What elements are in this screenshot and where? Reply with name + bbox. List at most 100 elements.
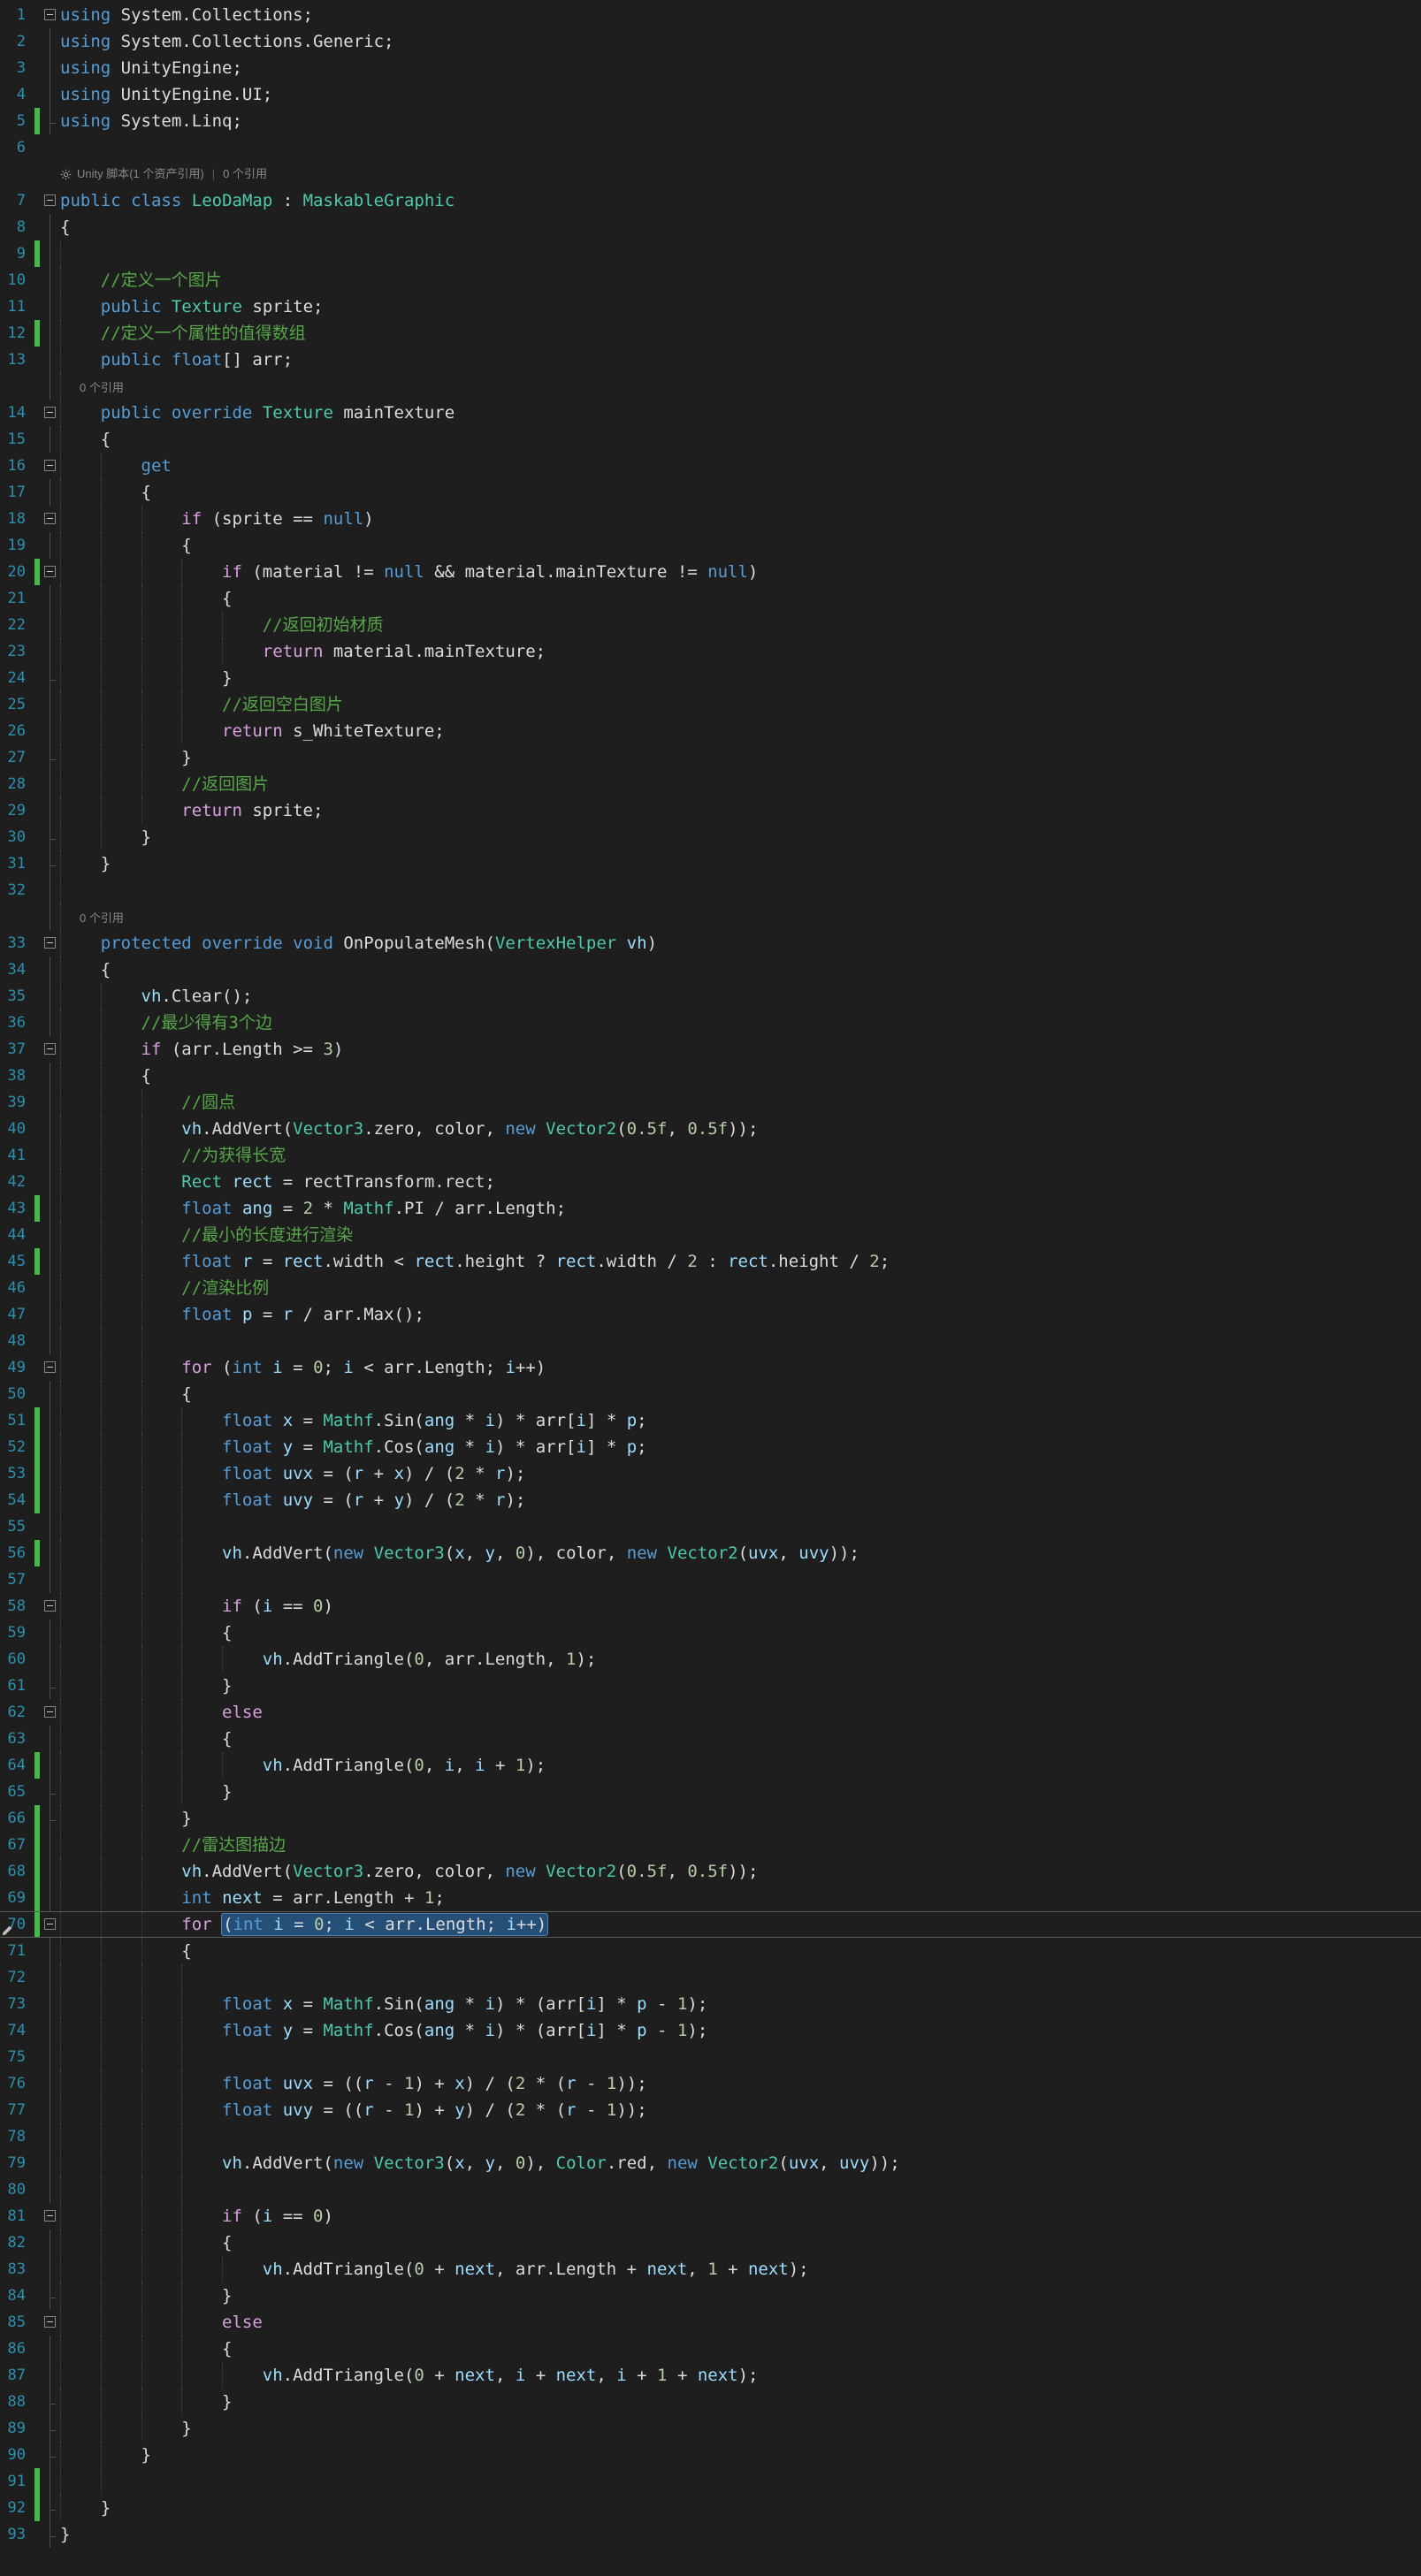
code-line[interactable]: 48 <box>0 1328 1421 1354</box>
codelens-references-link[interactable]: 0 个引用 <box>80 375 124 401</box>
code-line[interactable]: 22 //返回初始材质 <box>0 612 1421 638</box>
code-line[interactable]: 60 vh.AddTriangle(0, arr.Length, 1); <box>0 1646 1421 1673</box>
fold-collapse-icon[interactable] <box>44 1043 56 1055</box>
code-line[interactable]: 25 //返回空白图片 <box>0 691 1421 718</box>
code-line[interactable]: 13 public float[] arr; <box>0 347 1421 373</box>
code-line[interactable]: 51 float x = Mathf.Sin(ang * i) * arr[i]… <box>0 1407 1421 1434</box>
code-line[interactable]: 46 //渲染比例 <box>0 1275 1421 1301</box>
code-line[interactable]: 28 //返回图片 <box>0 771 1421 797</box>
code-line[interactable]: 59 { <box>0 1620 1421 1646</box>
code-line[interactable]: 81 if (i == 0) <box>0 2203 1421 2229</box>
fold-collapse-icon[interactable] <box>44 407 56 418</box>
code-line[interactable]: 12 //定义一个属性的值得数组 <box>0 320 1421 347</box>
code-line[interactable]: 32 <box>0 877 1421 903</box>
code-line[interactable]: 4 using UnityEngine.UI; <box>0 81 1421 108</box>
code-line[interactable]: 91 <box>0 2468 1421 2495</box>
code-line[interactable]: 42 Rect rect = rectTransform.rect; <box>0 1169 1421 1195</box>
code-line[interactable]: 5 using System.Linq; <box>0 108 1421 134</box>
fold-collapse-icon[interactable] <box>44 9 56 20</box>
code-line[interactable]: 71 { <box>0 1938 1421 1964</box>
code-line[interactable]: 33 protected override void OnPopulateMes… <box>0 930 1421 956</box>
codelens-references-link[interactable]: 0 个引用 <box>80 905 124 932</box>
code-line[interactable]: 3 using UnityEngine; <box>0 55 1421 81</box>
code-line[interactable]: 44 //最小的长度进行渲染 <box>0 1222 1421 1248</box>
fold-collapse-icon[interactable] <box>44 566 56 577</box>
code-line[interactable]: 86 { <box>0 2336 1421 2362</box>
code-line[interactable]: 88 } <box>0 2389 1421 2415</box>
code-line[interactable]: 82 { <box>0 2229 1421 2256</box>
code-line[interactable]: 73 float x = Mathf.Sin(ang * i) * (arr[i… <box>0 1991 1421 2017</box>
code-line[interactable]: 8{ <box>0 214 1421 240</box>
code-line[interactable]: 47 float p = r / arr.Max(); <box>0 1301 1421 1328</box>
code-line[interactable]: 23 return material.mainTexture; <box>0 638 1421 665</box>
code-line[interactable]: 17 { <box>0 479 1421 506</box>
code-line[interactable]: 87 vh.AddTriangle(0 + next, i + next, i … <box>0 2362 1421 2389</box>
code-line[interactable]: 58 if (i == 0) <box>0 1593 1421 1620</box>
code-line[interactable]: 56 vh.AddVert(new Vector3(x, y, 0), colo… <box>0 1540 1421 1566</box>
code-line[interactable]: 34 { <box>0 956 1421 983</box>
code-line[interactable]: 30 } <box>0 824 1421 850</box>
code-line[interactable]: 31 } <box>0 850 1421 877</box>
code-line[interactable]: 21 { <box>0 585 1421 612</box>
code-line[interactable]: 90 } <box>0 2442 1421 2468</box>
code-line[interactable]: 69 int next = arr.Length + 1; <box>0 1885 1421 1911</box>
codelens-unity-link[interactable]: Unity 脚本(1 个资产引用) <box>77 161 204 187</box>
code-line[interactable]: 70 for (int i = 0; i < arr.Length; i++) <box>0 1911 1421 1938</box>
code-line[interactable]: 18 if (sprite == null) <box>0 506 1421 532</box>
code-line[interactable]: 27 } <box>0 744 1421 771</box>
code-line[interactable]: 64 vh.AddTriangle(0, i, i + 1); <box>0 1752 1421 1779</box>
code-line[interactable]: 45 float r = rect.width < rect.height ? … <box>0 1248 1421 1275</box>
code-line[interactable]: 40 vh.AddVert(Vector3.zero, color, new V… <box>0 1116 1421 1142</box>
code-line[interactable]: 62 else <box>0 1699 1421 1726</box>
code-line[interactable]: 35 vh.Clear(); <box>0 983 1421 1010</box>
fold-collapse-icon[interactable] <box>44 937 56 949</box>
code-line[interactable]: 50 { <box>0 1381 1421 1407</box>
code-line[interactable]: 10 //定义一个图片 <box>0 267 1421 293</box>
code-line[interactable]: 80 <box>0 2176 1421 2203</box>
code-line[interactable]: 84 } <box>0 2283 1421 2309</box>
fold-collapse-icon[interactable] <box>44 2210 56 2222</box>
code-line[interactable]: 19 { <box>0 532 1421 559</box>
fold-collapse-icon[interactable] <box>44 1600 56 1612</box>
fold-collapse-icon[interactable] <box>44 1361 56 1373</box>
code-line[interactable]: 53 float uvx = (r + x) / (2 * r); <box>0 1460 1421 1487</box>
code-line[interactable]: 61 } <box>0 1673 1421 1699</box>
code-line[interactable]: 85 else <box>0 2309 1421 2336</box>
fold-collapse-icon[interactable] <box>44 1706 56 1718</box>
fold-collapse-icon[interactable] <box>44 2316 56 2328</box>
code-line[interactable]: 49 for (int i = 0; i < arr.Length; i++) <box>0 1354 1421 1381</box>
code-line[interactable]: 76 float uvx = ((r - 1) + x) / (2 * (r -… <box>0 2070 1421 2097</box>
code-line[interactable]: 74 float y = Mathf.Cos(ang * i) * (arr[i… <box>0 2017 1421 2044</box>
code-line[interactable]: 92 } <box>0 2495 1421 2521</box>
code-line[interactable]: 26 return s_WhiteTexture; <box>0 718 1421 744</box>
code-line[interactable]: 1 using System.Collections; <box>0 2 1421 28</box>
fold-collapse-icon[interactable] <box>44 460 56 471</box>
code-line[interactable]: 24 } <box>0 665 1421 691</box>
code-line[interactable]: 72 <box>0 1964 1421 1991</box>
code-line[interactable]: 57 <box>0 1566 1421 1593</box>
code-line[interactable]: 77 float uvy = ((r - 1) + y) / (2 * (r -… <box>0 2097 1421 2123</box>
code-line[interactable]: 65 } <box>0 1779 1421 1805</box>
code-line[interactable]: 67 //雷达图描边 <box>0 1832 1421 1858</box>
code-line[interactable]: 2 using System.Collections.Generic; <box>0 28 1421 55</box>
code-line[interactable]: 16 get <box>0 453 1421 479</box>
codelens-row[interactable]: 0 个引用 <box>0 903 1421 930</box>
code-line[interactable]: 38 { <box>0 1063 1421 1089</box>
code-line[interactable]: 36 //最少得有3个边 <box>0 1010 1421 1036</box>
code-line[interactable]: 11 public Texture sprite; <box>0 293 1421 320</box>
code-line[interactable]: 54 float uvy = (r + y) / (2 * r); <box>0 1487 1421 1513</box>
code-line[interactable]: 83 vh.AddTriangle(0 + next, arr.Length +… <box>0 2256 1421 2283</box>
fold-collapse-icon[interactable] <box>44 194 56 206</box>
code-line[interactable]: 29 return sprite; <box>0 797 1421 824</box>
code-line[interactable]: 78 <box>0 2123 1421 2150</box>
code-line[interactable]: 7 public class LeoDaMap : MaskableGraphic <box>0 187 1421 214</box>
code-line[interactable]: 15 { <box>0 426 1421 453</box>
code-line[interactable]: 68 vh.AddVert(Vector3.zero, color, new V… <box>0 1858 1421 1885</box>
codelens-row[interactable]: 0 个引用 <box>0 373 1421 400</box>
codelens-references-link[interactable]: 0 个引用 <box>223 161 267 187</box>
code-line[interactable]: 52 float y = Mathf.Cos(ang * i) * arr[i]… <box>0 1434 1421 1460</box>
code-line[interactable]: 43 float ang = 2 * Mathf.PI / arr.Length… <box>0 1195 1421 1222</box>
code-line[interactable]: 20 if (material != null && material.main… <box>0 559 1421 585</box>
code-line[interactable]: 89 } <box>0 2415 1421 2442</box>
code-line[interactable]: 9 <box>0 240 1421 267</box>
